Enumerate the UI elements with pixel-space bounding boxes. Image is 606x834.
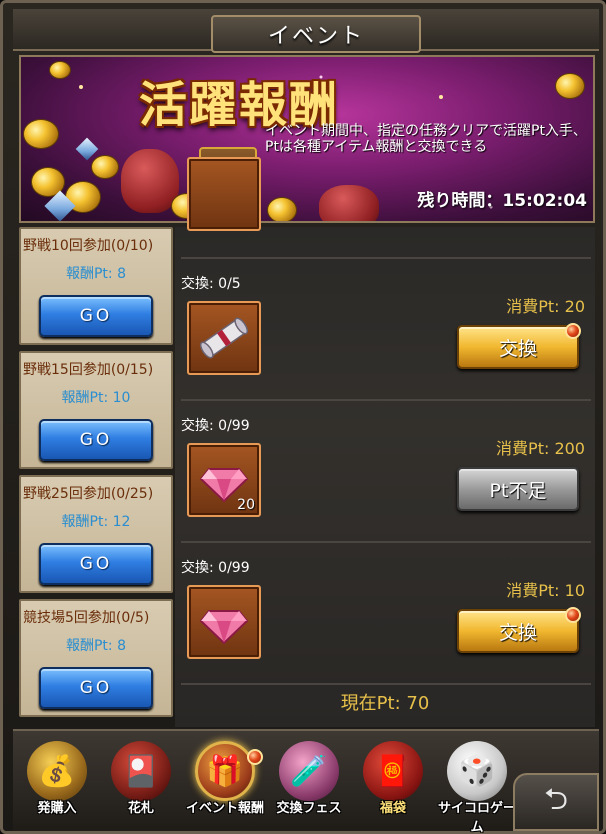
notification-dot-icon xyxy=(565,607,581,623)
mission-item: 野戦15回参加(0/15) 報酬Pt: 10 GO xyxy=(19,351,173,469)
coin-icon xyxy=(49,61,71,79)
tab-purchase[interactable]: 💰 発購入 xyxy=(15,735,99,827)
notification-dot-icon xyxy=(565,323,581,339)
go-button[interactable]: GO xyxy=(39,419,153,461)
tab-lucky-bag[interactable]: 🧧 福袋 xyxy=(351,735,435,827)
mission-reward-pt: 報酬Pt: 8 xyxy=(65,638,126,654)
item-quantity: 20 xyxy=(237,497,255,513)
mission-reward-pt: 報酬Pt: 8 xyxy=(65,266,126,282)
coin-icon xyxy=(91,155,119,179)
go-button[interactable]: GO xyxy=(39,295,153,337)
gift-box-icon: 🎁 xyxy=(195,741,255,801)
coin-icon xyxy=(267,197,297,221)
tab-dice-game[interactable]: 🎲 サイコロゲーム xyxy=(435,735,519,834)
bottles-icon: 🧪 xyxy=(279,741,339,801)
tab-event-reward[interactable]: 🎁 イベント報酬 xyxy=(183,735,267,827)
coin-icon xyxy=(23,119,59,149)
mission-item: 競技場5回参加(0/5) 報酬Pt: 8 GO xyxy=(19,599,173,717)
tab-exchange-fes[interactable]: 🧪 交換フェス xyxy=(267,735,351,827)
lucky-bag-icon: 🧧 xyxy=(363,741,423,801)
return-arrow-icon: ⮌ xyxy=(543,781,569,817)
mission-title: 競技場5回参加(0/5) xyxy=(23,610,150,626)
exchange-count: 交換: 0/5 xyxy=(181,276,241,292)
tab-label: イベント報酬 xyxy=(185,801,264,816)
gem-icon[interactable] xyxy=(187,585,261,659)
exchange-cost: 消費Pt: 10 xyxy=(506,581,585,600)
scroll-icon[interactable] xyxy=(187,301,261,375)
event-banner: 活躍報酬 イベント期間中、指定の任務クリアで活躍Pt入手、Ptは各種アイテム報酬… xyxy=(19,55,595,223)
exchange-button[interactable]: 交換 xyxy=(457,323,581,369)
mission-reward-pt: 報酬Pt: 10 xyxy=(61,390,131,406)
exchange-row: 交換: 0/5 消費Pt: 20 交換 xyxy=(175,263,595,405)
mission-item: 野戦25回参加(0/25) 報酬Pt: 12 GO xyxy=(19,475,173,593)
treasure-pot-icon: 💰 xyxy=(27,741,87,801)
exchange-button[interactable]: 交換 xyxy=(457,607,581,653)
gem-icon[interactable]: 20 xyxy=(187,443,261,517)
exchange-button-label: 交換 xyxy=(498,337,537,360)
divider xyxy=(181,541,591,543)
insufficient-pt-button[interactable]: Pt不足 xyxy=(457,467,579,511)
cards-icon: 🎴 xyxy=(111,741,171,801)
tab-hanafuda[interactable]: 🎴 花札 xyxy=(99,735,183,827)
tab-label: 発購入 xyxy=(37,801,77,816)
go-button[interactable]: GO xyxy=(39,543,153,585)
back-button[interactable]: ⮌ xyxy=(513,773,599,831)
divider xyxy=(181,683,591,685)
divider xyxy=(181,257,591,259)
tab-label: 交換フェス xyxy=(276,801,342,816)
mission-list[interactable]: 野戦10回参加(0/10) 報酬Pt: 8 GO 野戦15回参加(0/15) 報… xyxy=(19,227,173,727)
window-title: イベント xyxy=(211,15,421,53)
tab-label: サイコロゲーム xyxy=(437,801,516,834)
exchange-cost: 消費Pt: 200 xyxy=(496,439,585,458)
dice-icon: 🎲 xyxy=(447,741,507,801)
item-slot-partial xyxy=(187,157,261,231)
bottom-tab-bar: 💰 発購入 🎴 花札 🎁 イベント報酬 🧪 交換フェス 🧧 福袋 🎲 サイコロゲ… xyxy=(13,729,599,834)
go-button[interactable]: GO xyxy=(39,667,153,709)
title-bar: イベント xyxy=(13,9,599,53)
exchange-count: 交換: 0/99 xyxy=(181,560,250,576)
coin-icon xyxy=(555,73,585,99)
money-bag-icon xyxy=(319,185,379,221)
exchange-button-label: 交換 xyxy=(498,621,537,644)
current-pt: 現在Pt: 70 xyxy=(340,693,430,714)
tab-label: 福袋 xyxy=(379,801,406,816)
tab-label: 花札 xyxy=(127,801,154,816)
banner-description: イベント期間中、指定の任務クリアで活躍Pt入手、Ptは各種アイテム報酬と交換でき… xyxy=(265,123,587,155)
divider xyxy=(181,399,591,401)
exchange-row: 交換: 0/99 20 消費Pt: 200 Pt不足 xyxy=(175,405,595,547)
exchange-cost: 消費Pt: 20 xyxy=(506,297,585,316)
notification-dot-icon xyxy=(247,749,263,765)
exchange-count: 交換: 0/99 xyxy=(181,418,250,434)
mission-reward-pt: 報酬Pt: 12 xyxy=(61,514,131,530)
mission-title: 野戦25回参加(0/25) xyxy=(23,486,154,502)
mission-title: 野戦15回参加(0/15) xyxy=(23,362,154,378)
remaining-time: 残り時間：15:02:04 xyxy=(417,191,587,211)
mission-item: 野戦10回参加(0/10) 報酬Pt: 8 GO xyxy=(19,227,173,345)
mission-title: 野戦10回参加(0/10) xyxy=(23,238,154,254)
exchange-row: 交換: 0/99 消費Pt: 10 交換 xyxy=(175,547,595,689)
event-window: イベント 活躍報酬 イベント期間中、指定の任務クリアで活躍Pt入手、Ptは各種ア… xyxy=(0,0,606,834)
exchange-panel[interactable]: 交換: 0/5 消費Pt: 20 交換 交換: 0/99 20 消費Pt: 20… xyxy=(175,157,595,727)
